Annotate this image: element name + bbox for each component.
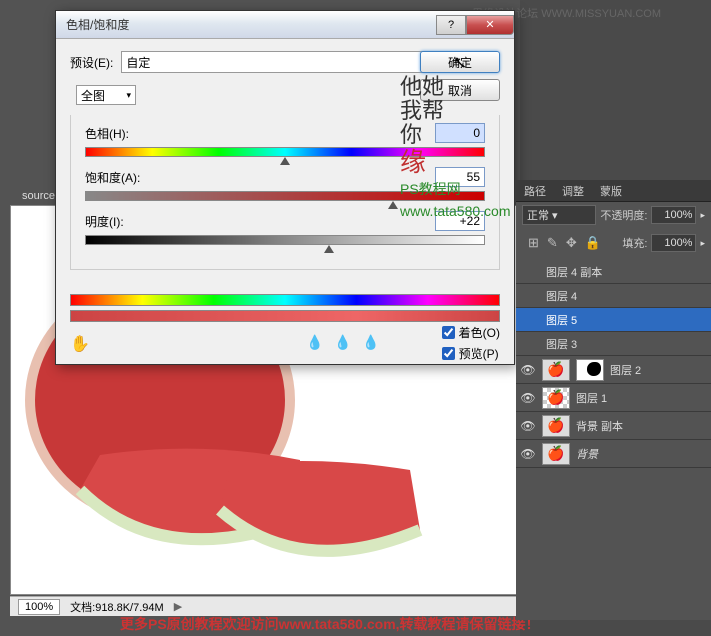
layer-row[interactable]: 👁 🍎 图层 1 — [516, 384, 711, 412]
mask-thumbnail[interactable] — [576, 359, 604, 381]
fill-input[interactable] — [651, 234, 696, 252]
layer-thumbnail[interactable]: 🍎 — [542, 415, 570, 437]
visibility-icon[interactable]: 👁 — [520, 391, 536, 405]
layer-row[interactable]: 图层 4 副本 — [516, 260, 711, 284]
saturation-label: 饱和度(A): — [85, 169, 185, 186]
status-bar: 100% 文档:918.8K/7.94M ▶ — [10, 596, 520, 616]
dialog-titlebar[interactable]: 色相/饱和度 ? ✕ — [56, 11, 514, 39]
result-spectrum-bar — [70, 310, 500, 322]
layer-thumbnail[interactable]: 🍎 — [542, 443, 570, 465]
footer-watermark: 更多PS原创教程欢迎访问www.tata580.com,转载教程请保留链接！ — [120, 614, 540, 634]
fill-label: 填充: — [622, 235, 647, 251]
lock-pixels-icon[interactable]: ✎ — [547, 235, 558, 251]
lock-transparent-icon[interactable]: ⊞ — [528, 235, 539, 251]
help-button[interactable]: ? — [436, 15, 466, 35]
hue-spectrum-bar — [70, 294, 500, 306]
layer-row[interactable]: 图层 3 — [516, 332, 711, 356]
hue-label: 色相(H): — [85, 125, 185, 142]
layer-row[interactable]: 图层 4 — [516, 284, 711, 308]
visibility-icon[interactable]: 👁 — [520, 419, 536, 433]
panels: 路径 调整 蒙版 正常 ▾ 不透明度: ▸ ⊞ ✎ ✥ 🔒 填充: ▸ 图层 4… — [516, 180, 711, 620]
eyedropper-add-icon[interactable]: 💧 — [334, 334, 352, 352]
opacity-input[interactable] — [651, 206, 696, 224]
visibility-icon[interactable]: 👁 — [520, 363, 536, 377]
layer-row[interactable]: 图层 5 — [516, 308, 711, 332]
layer-thumbnail[interactable]: 🍎 — [542, 359, 570, 381]
lock-all-icon[interactable]: 🔒 — [585, 235, 601, 251]
blend-mode-dropdown[interactable]: 正常 ▾ — [522, 205, 596, 225]
tab-adjustments[interactable]: 调整 — [554, 180, 592, 201]
colorize-checkbox[interactable]: 着色(O) — [442, 324, 500, 341]
layer-row[interactable]: 👁 🍎 背景 — [516, 440, 711, 468]
layer-row[interactable]: 👁 🍎 图层 2 — [516, 356, 711, 384]
lightness-slider[interactable] — [85, 235, 485, 245]
tab-masks[interactable]: 蒙版 — [592, 180, 630, 201]
layer-thumbnail[interactable]: 🍎 — [542, 387, 570, 409]
dialog-title: 色相/饱和度 — [66, 16, 129, 33]
doc-info: 文档:918.8K/7.94M — [70, 599, 164, 615]
ok-button[interactable]: 确定 — [420, 51, 500, 73]
eyedropper-subtract-icon[interactable]: 💧 — [362, 334, 380, 352]
layers-list: 图层 4 副本 图层 4 图层 5 图层 3 👁 🍎 图层 2 👁 🍎 图层 1… — [516, 260, 711, 468]
zoom-input[interactable]: 100% — [18, 599, 60, 615]
preset-label: 预设(E): — [70, 54, 113, 71]
visibility-icon[interactable]: 👁 — [520, 447, 536, 461]
channel-dropdown[interactable]: 全图▾ — [76, 85, 136, 105]
tab-paths[interactable]: 路径 — [516, 180, 554, 201]
opacity-label: 不透明度: — [600, 207, 647, 223]
eyedropper-icon[interactable]: 💧 — [306, 334, 324, 352]
lightness-label: 明度(I): — [85, 213, 185, 230]
chevron-down-icon: ▾ — [126, 90, 131, 101]
layer-row[interactable]: 👁 🍎 背景 副本 — [516, 412, 711, 440]
lock-position-icon[interactable]: ✥ — [566, 235, 577, 251]
preview-checkbox[interactable]: 预览(P) — [442, 345, 500, 362]
close-button[interactable]: ✕ — [466, 15, 514, 35]
hand-icon[interactable]: ✋ — [70, 334, 90, 354]
watermark-stamp: 他她 我帮 你 缘 PS教程网 www.tata580.com — [400, 75, 520, 219]
